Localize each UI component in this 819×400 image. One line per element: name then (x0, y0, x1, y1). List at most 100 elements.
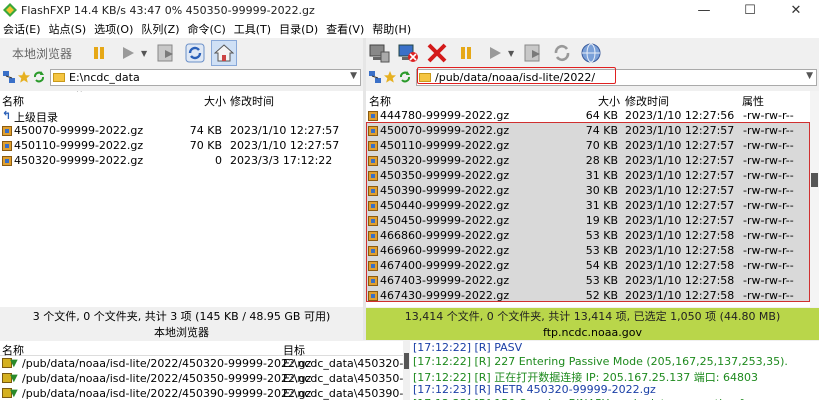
globe-icon[interactable] (578, 40, 604, 66)
pause-icon[interactable] (86, 40, 112, 66)
pause-icon[interactable] (453, 40, 479, 66)
remote-scrollbar[interactable] (810, 91, 819, 307)
queue-item-target: E:\ncdc_data\450320-99999 (283, 357, 405, 370)
chevron-down-icon[interactable]: ▼ (350, 71, 357, 81)
star-icon[interactable] (383, 70, 397, 84)
file-size: 54 KB (585, 259, 618, 272)
network-icon[interactable] (2, 70, 16, 84)
file-modified: 2023/1/10 12:27:58 (625, 259, 735, 272)
chevron-down-icon[interactable]: ▼ (141, 49, 147, 58)
file-row[interactable]: 444780-99999-2022.gz 64 KB 2023/1/10 12:27… (366, 108, 819, 123)
log-scrollbar[interactable] (403, 341, 410, 400)
refresh-icon[interactable] (398, 70, 412, 84)
menu-directory[interactable]: 目录(D) (276, 21, 323, 37)
parent-directory-row[interactable]: ↰ 上级目录 (0, 108, 363, 124)
archive-file-icon (368, 216, 378, 226)
chevron-down-icon[interactable]: ▼ (508, 49, 514, 58)
file-row[interactable]: 450350-99999-2022.gz 31 KB 2023/1/10 12:27… (366, 168, 819, 183)
file-row[interactable]: 450320-99999-2022.gz 0 2023/3/3 17:12:22 (0, 153, 363, 168)
column-attributes[interactable]: 属性 (742, 93, 764, 109)
queue-item[interactable]: ▼ /pub/data/noaa/isd-lite/2022/450320-99… (0, 356, 405, 371)
refresh-icon[interactable] (32, 70, 46, 84)
queue-item[interactable]: ▼ /pub/data/noaa/isd-lite/2022/450390-99… (0, 386, 405, 400)
remote-toolbar: ▼ (366, 38, 819, 68)
archive-file-icon (368, 111, 378, 121)
column-name[interactable]: 名称 (369, 93, 391, 109)
transfer-icon[interactable] (520, 40, 546, 66)
archive-file-icon (368, 276, 378, 286)
file-row[interactable]: 450110-99999-2022.gz 70 KB 2023/1/10 12:… (0, 138, 363, 153)
column-modified[interactable]: 修改时间 (625, 93, 669, 109)
menu-view[interactable]: 查看(V) (323, 21, 369, 37)
file-row[interactable]: 466860-99999-2022.gz 53 KB 2023/1/10 12:27… (366, 228, 819, 243)
queue-item-name: /pub/data/noaa/isd-lite/2022/450390-9999… (22, 387, 312, 400)
menu-tools[interactable]: 工具(T) (231, 21, 276, 37)
file-row[interactable]: 450320-99999-2022.gz 28 KB 2023/1/10 12:27… (366, 153, 819, 168)
file-attributes: -rw-rw-r-- (743, 184, 794, 197)
file-attributes: -rw-rw-r-- (743, 229, 794, 242)
file-modified: 2023/1/10 12:27:57 (625, 199, 735, 212)
file-row[interactable]: 467403-99999-2022.gz 53 KB 2023/1/10 12:27… (366, 273, 819, 288)
column-modified[interactable]: 修改时间 (230, 93, 274, 109)
home-icon[interactable] (211, 40, 238, 66)
column-size[interactable]: 大小 (598, 93, 620, 109)
maximize-button[interactable]: ☐ (727, 0, 773, 20)
play-icon[interactable] (482, 40, 508, 66)
star-icon[interactable] (17, 70, 31, 84)
file-row[interactable]: 450070-99999-2022.gz 74 KB 2023/1/10 12:27… (366, 123, 819, 138)
column-size[interactable]: 大小 (204, 93, 226, 109)
scrollbar-thumb[interactable] (404, 353, 409, 369)
transfer-queue: 名称 目标 ▼ /pub/data/noaa/isd-lite/2022/450… (0, 341, 405, 400)
file-row[interactable]: 450440-99999-2022.gz 31 KB 2023/1/10 12:27… (366, 198, 819, 213)
remote-host-label: ftp.ncdc.noaa.gov (366, 324, 819, 340)
disconnect-icon[interactable] (395, 40, 421, 66)
menu-commands[interactable]: 命令(C) (185, 21, 231, 37)
file-attributes: -rw-rw-r-- (743, 259, 794, 272)
connect-icon[interactable] (366, 40, 392, 66)
file-row[interactable]: 467430-99999-2022.gz 52 KB 2023/1/10 12:27… (366, 288, 819, 303)
file-row[interactable]: 450390-99999-2022.gz 30 KB 2023/1/10 12:27… (366, 183, 819, 198)
file-size: 74 KB (189, 124, 222, 137)
archive-file-icon (368, 261, 378, 271)
refresh-icon[interactable] (549, 40, 575, 66)
menu-queue[interactable]: 队列(Z) (138, 21, 184, 37)
queue-item-target: E:\ncdc_data\450390-99999 (283, 387, 405, 400)
file-attributes: -rw-rw-r-- (743, 139, 794, 152)
file-row[interactable]: 450110-99999-2022.gz 70 KB 2023/1/10 12:27… (366, 138, 819, 153)
transfer-icon[interactable] (153, 40, 179, 66)
file-attributes: -rw-rw-r-- (743, 109, 794, 122)
close-button[interactable]: ✕ (773, 0, 819, 20)
file-attributes: -rw-rw-r-- (743, 199, 794, 212)
local-toolbar: 本地浏览器 ▼ (0, 38, 363, 68)
menu-options[interactable]: 选项(O) (91, 21, 138, 37)
chevron-down-icon[interactable]: ▼ (806, 71, 813, 81)
file-attributes: -rw-rw-r-- (743, 244, 794, 257)
play-icon[interactable] (115, 40, 141, 66)
file-name: 466860-99999-2022.gz (380, 229, 510, 242)
column-name[interactable]: 名称 (2, 93, 24, 109)
local-browser-label: 本地浏览器 (12, 46, 73, 61)
minimize-button[interactable]: — (681, 0, 727, 20)
menu-session[interactable]: 会话(E) (0, 21, 46, 37)
queue-item[interactable]: ▼ /pub/data/noaa/isd-lite/2022/450350-99… (0, 371, 405, 386)
remote-list-header: 名称 大小 修改时间 属性 (366, 91, 819, 108)
file-row[interactable]: 450070-99999-2022.gz 74 KB 2023/1/10 12:… (0, 123, 363, 138)
file-size: 53 KB (585, 244, 618, 257)
file-row[interactable]: 450450-99999-2022.gz 19 KB 2023/1/10 12:27… (366, 213, 819, 228)
archive-file-icon (368, 186, 378, 196)
file-row[interactable]: 466960-99999-2022.gz 53 KB 2023/1/10 12:27… (366, 243, 819, 258)
network-icon[interactable] (368, 70, 382, 84)
abort-icon[interactable] (424, 40, 450, 66)
local-path-field[interactable]: E:\ncdc_data ▼ (50, 68, 361, 86)
file-name: 467403-99999-2022.gz (380, 274, 510, 287)
menu-sites[interactable]: 站点(S) (46, 21, 92, 37)
refresh-icon[interactable] (182, 40, 208, 66)
file-attributes: -rw-rw-r-- (743, 124, 794, 137)
menu-help[interactable]: 帮助(H) (369, 21, 416, 37)
scrollbar-thumb[interactable] (811, 173, 818, 187)
file-size: 74 KB (585, 124, 618, 137)
file-row[interactable]: 467400-99999-2022.gz 54 KB 2023/1/10 12:27… (366, 258, 819, 273)
file-modified: 2023/1/10 12:27:57 (230, 124, 340, 137)
file-name: 444780-99999-2022.gz (380, 109, 510, 122)
file-size: 28 KB (585, 154, 618, 167)
